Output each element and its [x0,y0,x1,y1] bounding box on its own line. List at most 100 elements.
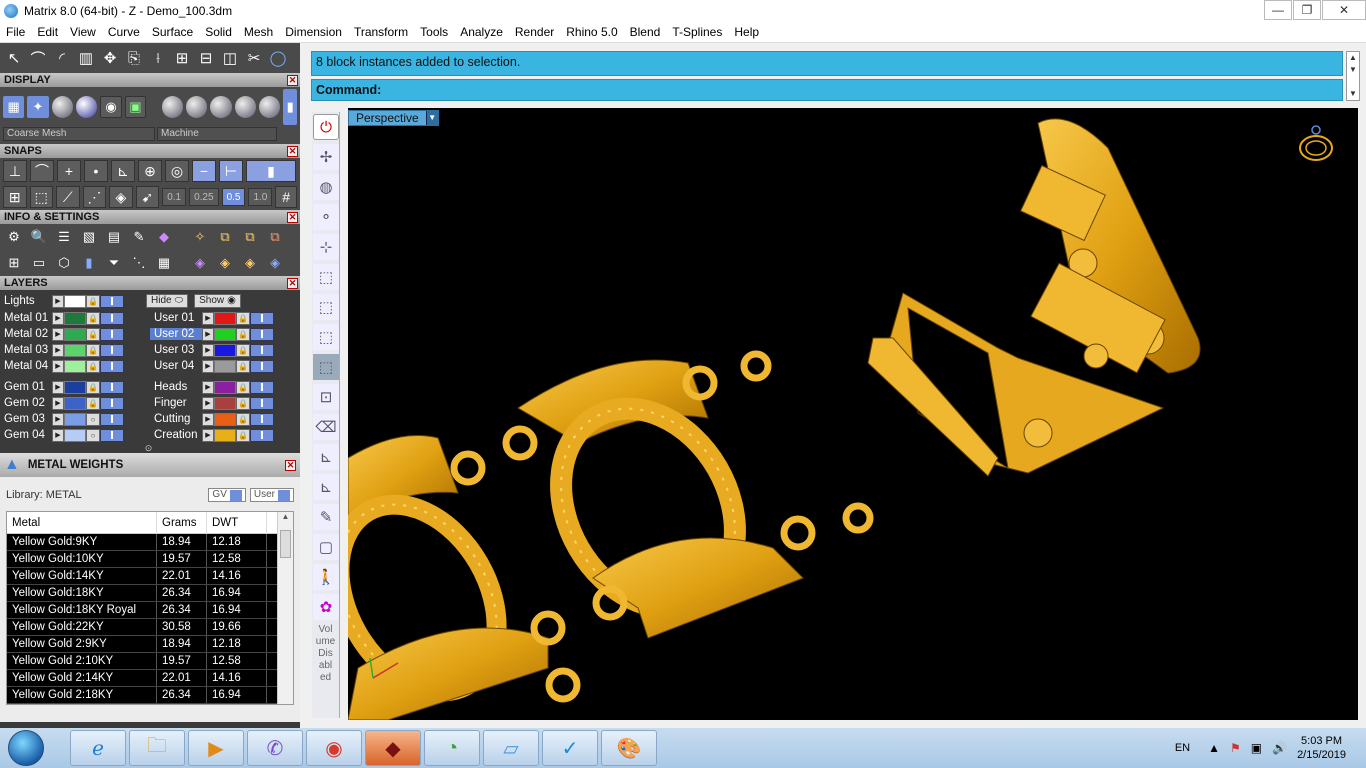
table-row[interactable]: Yellow Gold 2:18KY 26.34 16.94 [7,687,293,704]
table-row[interactable]: Yellow Gold:9KY 18.94 12.18 [7,534,293,551]
snap-perp-icon[interactable]: ⊾ [111,160,135,182]
layer-color-swatch[interactable] [64,396,86,410]
layer-lock-icon[interactable]: 🔒 [236,428,250,442]
layer-expand-icon[interactable]: ▶ [52,311,64,325]
move-tool-icon[interactable]: ✥ [99,47,121,69]
layer-expand-icon[interactable]: ▶ [52,343,64,357]
menu-tools[interactable]: Tools [414,22,454,43]
link-tool-icon[interactable]: ⊟ [195,47,217,69]
table-scrollbar[interactable]: ▲ [277,512,293,704]
gv-toggle[interactable]: GV [208,488,246,502]
layer-name[interactable]: User 02 [150,328,202,340]
layer-visible-icon[interactable] [250,380,274,394]
layer-visible-icon[interactable] [250,428,274,442]
layer-visible-icon[interactable] [100,428,124,442]
layer-color-swatch[interactable] [64,343,86,357]
bars-tool-icon[interactable]: ▥ [75,47,97,69]
dotted-snap-icon[interactable]: ⋰ [82,186,107,208]
pan-icon[interactable]: ✢ [313,144,339,170]
layer-row[interactable]: User 01 ▶ 🔒 [150,310,296,326]
layer-row[interactable]: User 02 ▶ 🔒 [150,326,296,342]
maximize-button[interactable]: ❐ [1293,0,1321,20]
walk-icon[interactable]: 🚶 [313,564,339,590]
search-icon[interactable]: 🔍 [28,226,50,248]
layer-visible-icon[interactable] [250,311,274,325]
menu-curve[interactable]: Curve [102,22,146,43]
material-sphere-2-icon[interactable] [186,96,208,118]
table-row[interactable]: Yellow Gold 2:10KY 19.57 12.58 [7,653,293,670]
layer-lock-icon[interactable]: 🔒 [236,359,250,373]
layer-visible-icon[interactable] [250,396,274,410]
layer-name[interactable]: Gem 02 [0,397,52,409]
gem-2-icon[interactable]: ◈ [214,252,236,274]
layer-row[interactable]: Heads ▶ 🔒 [150,379,296,395]
menu-edit[interactable]: Edit [31,22,64,43]
layer-visible-icon[interactable] [250,359,274,373]
table-row[interactable]: Yellow Gold:18KY 26.34 16.94 [7,585,293,602]
layer-expand-icon[interactable]: ▶ [52,327,64,341]
shaded-sphere-icon[interactable] [51,96,73,118]
menu-dimension[interactable]: Dimension [279,22,348,43]
diamond-snap-icon[interactable]: ◈ [109,186,133,208]
env-sphere-icon[interactable]: ◉ [100,96,122,118]
line-snap-icon[interactable]: ⟋ [56,186,80,208]
zoom-extents-icon[interactable]: ⊡ [313,384,339,410]
frame-3-icon[interactable]: ⧉ [264,226,286,248]
document-icon[interactable]: ▤ [103,226,125,248]
layer-expand-icon[interactable]: ▶ [52,359,64,373]
curve-tool-icon[interactable]: ⌒ [27,47,49,69]
layer-visible-icon[interactable] [100,396,124,410]
frame-2-icon[interactable]: ⧉ [239,226,261,248]
calculator-icon[interactable]: ▦ [153,252,175,274]
gem-4-icon[interactable]: ◈ [264,252,286,274]
flag-icon[interactable]: ⚑ [1230,741,1241,755]
layer-name[interactable]: Gem 01 [0,381,52,393]
frame-1-icon[interactable]: ⧉ [214,226,236,248]
layer-row[interactable]: User 04 ▶ 🔒 [150,358,296,374]
tray-arrow-icon[interactable]: ▲ [1208,741,1220,755]
volume-icon[interactable]: 🔊 [1272,741,1287,755]
layer-visible-icon[interactable] [250,343,274,357]
clock[interactable]: 5:03 PM 2/15/2019 [1297,734,1346,762]
material-sphere-4-icon[interactable] [234,96,257,118]
windows-icon[interactable]: ⊞ [3,252,25,274]
layer-color-swatch[interactable] [64,311,86,325]
layer-name[interactable]: Metal 01 [0,312,52,324]
mesh-quality-select[interactable]: Coarse Mesh [3,127,155,141]
wireframe-icon[interactable]: ▦ [3,96,25,118]
tolerance-0-1[interactable]: 0.1 [162,188,187,206]
metal-weights-close-icon[interactable]: ✕ [285,459,296,471]
nodes-icon[interactable]: ⚬ [313,204,339,230]
layer-lock-icon[interactable]: 🔒 [236,380,250,394]
snap-end-icon[interactable]: ⊥ [3,160,27,182]
viber-taskbar-icon[interactable]: ✆ [247,730,303,766]
menu-view[interactable]: View [64,22,102,43]
layer-expand-icon[interactable]: ▶ [202,396,214,410]
info-close-icon[interactable]: ✕ [287,211,298,223]
lights-expand-icon[interactable]: ▶ [52,294,64,308]
layer-color-swatch[interactable] [214,311,236,325]
box-info-icon[interactable]: ▧ [78,226,100,248]
layer-row[interactable]: Metal 02 ▶ 🔒 [0,326,146,342]
layer-visible-icon[interactable] [250,327,274,341]
layer-lock-icon[interactable]: 🔒 [236,327,250,341]
layer-visible-icon[interactable] [100,311,124,325]
layer-lock-icon[interactable]: 🔒 [236,311,250,325]
edit-icon[interactable]: ✎ [128,226,150,248]
media-taskbar-icon[interactable]: ▶ [188,730,244,766]
ortho-r-icon[interactable]: ⊾ [313,474,339,500]
ie-taskbar-icon[interactable]: ℯ [70,730,126,766]
layer-row[interactable]: Gem 03 ▶ ○ [0,411,146,427]
lights-lock-icon[interactable]: 🔒 [86,294,100,308]
h-toggle-icon[interactable]: ▢ [313,534,339,560]
power-icon[interactable]: ⏻ [313,114,339,140]
app-green-taskbar-icon[interactable]: ◔ [424,730,480,766]
table-row[interactable]: Yellow Gold 2:9KY 18.94 12.18 [7,636,293,653]
layer-lock-icon[interactable]: ○ [86,428,100,442]
layer-color-swatch[interactable] [214,343,236,357]
grid-lines-icon[interactable]: # [275,186,297,208]
rotate-globe-icon[interactable]: ◍ [313,174,339,200]
table-row[interactable]: Yellow Gold:18KY Royal 26.34 16.94 [7,602,293,619]
col-metal[interactable]: Metal [7,511,157,534]
table-row[interactable]: Yellow Gold 2:14KY 22.01 14.16 [7,670,293,687]
